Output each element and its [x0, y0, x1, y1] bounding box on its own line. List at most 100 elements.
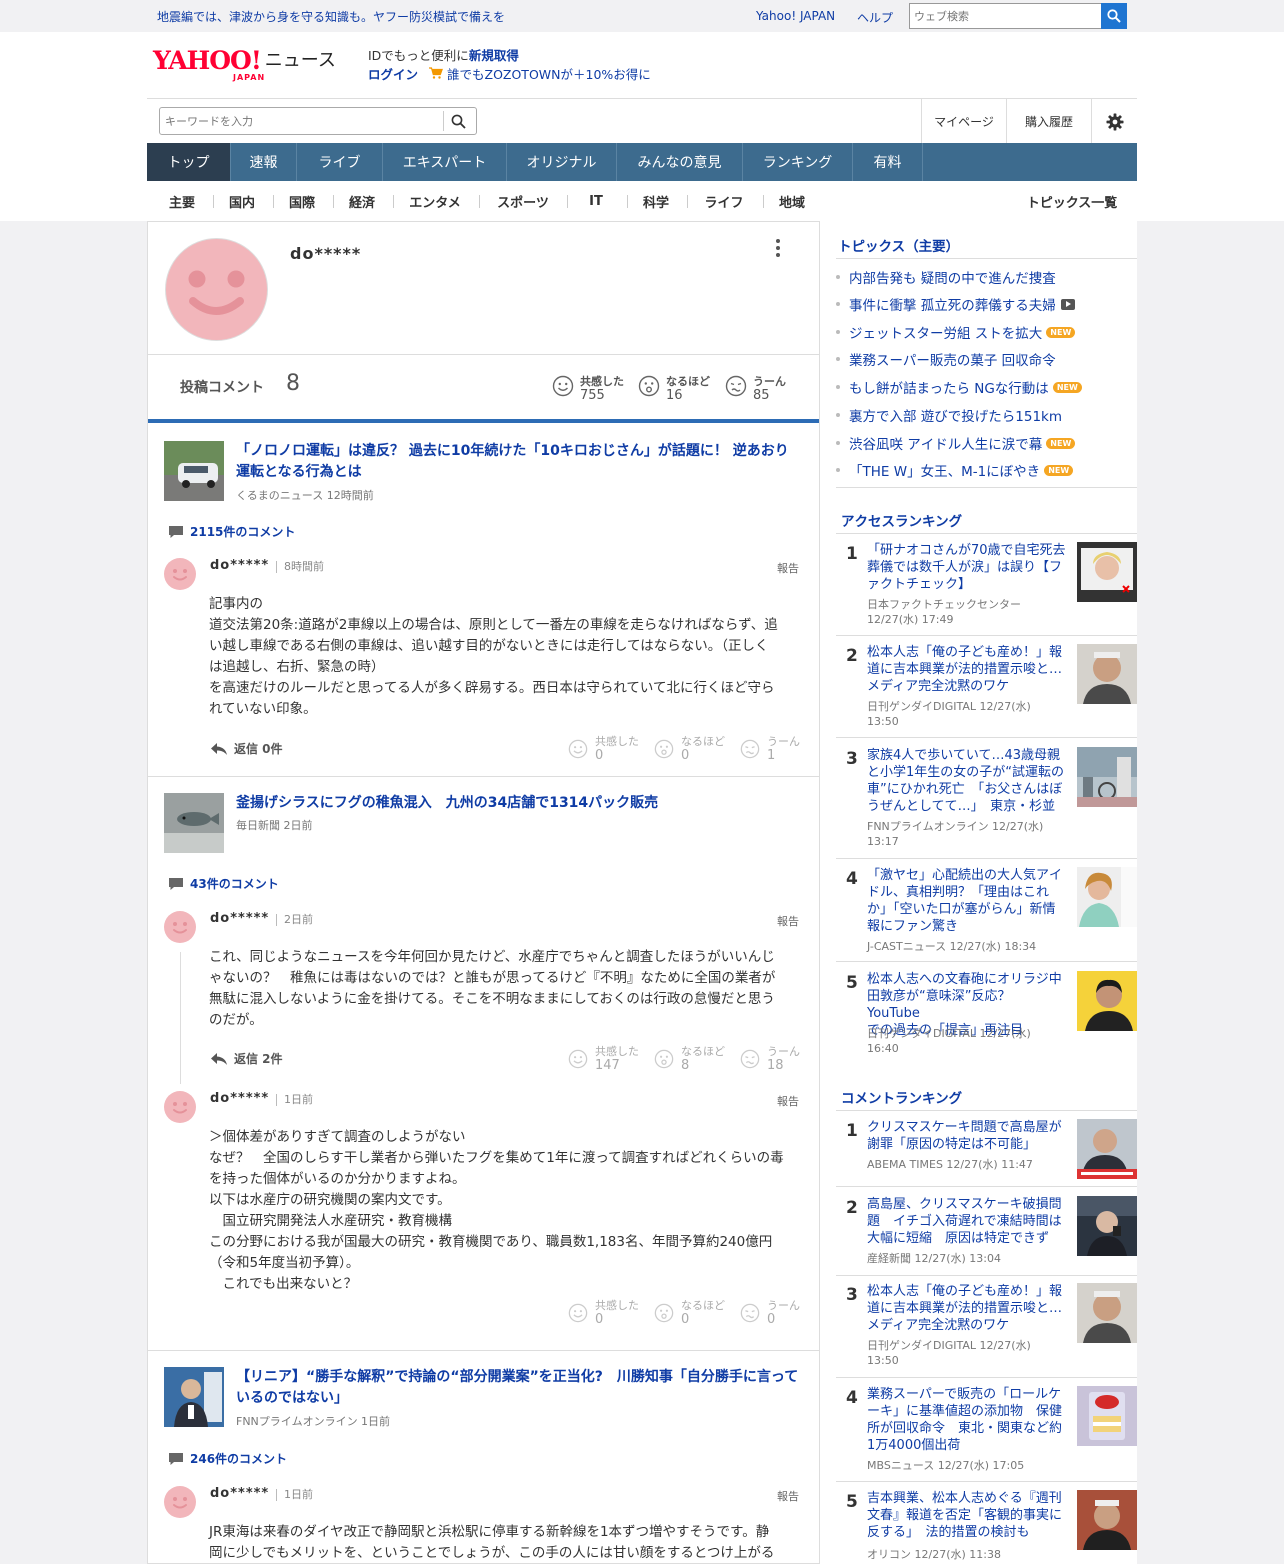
- article-item: 「ノロノロ運転」は違反？ 過去に10年続けた「10キロおじさん」が話題に！ 逆あ…: [164, 441, 804, 505]
- reply-button[interactable]: 返信 0件: [210, 740, 283, 757]
- ranking-source: ABEMA TIMES 12/27(水) 11:47: [867, 1158, 1033, 1171]
- report-link[interactable]: 報告: [777, 1488, 799, 1504]
- category-local[interactable]: 地域: [767, 181, 817, 221]
- ranking-thumbnail: [1077, 747, 1137, 807]
- tab-opinion[interactable]: みんなの意見: [617, 143, 743, 181]
- ranking-item[interactable]: 3 松本人志「俺の子ども産め！」報 道に吉本興業が法的措置示唆と… メディア完全沈黙…: [836, 1283, 1137, 1375]
- topic-item[interactable]: 業務スーパー販売の菓子 回収命令: [836, 349, 1056, 369]
- signup-link[interactable]: 新規取得: [469, 48, 519, 63]
- topic-item[interactable]: 裏方で入部 遊びで投げたら151km: [836, 405, 1062, 425]
- login-link[interactable]: ログイン: [368, 67, 418, 82]
- comment-count-link[interactable]: 2115件のコメント: [168, 523, 295, 540]
- ranking-source: FNNプライムオンライン 12/27(水) 13:17: [867, 820, 1044, 848]
- web-search-input[interactable]: [909, 3, 1127, 29]
- comment-username[interactable]: do*****: [210, 911, 269, 926]
- yahoo-news-logo[interactable]: YAHOO! JAPAN ニュース: [153, 46, 336, 82]
- article-title[interactable]: 釜揚げシラスにフグの稚魚混入 九州の34店舗で1314パック販売: [236, 793, 802, 814]
- article-thumbnail[interactable]: [164, 441, 224, 501]
- category-entertainment[interactable]: エンタメ: [397, 181, 473, 221]
- comment-body: これ、同じようなニュースを今年何回か見たけど、水産庁でちゃんと調査したほうがいい…: [209, 949, 776, 1028]
- tab-breaking[interactable]: 速報: [231, 143, 297, 181]
- ranking-item[interactable]: 2 松本人志「俺の子ども産め！」報 道に吉本興業が法的措置示唆と… メディア完全沈黙…: [836, 644, 1137, 736]
- mypage-link[interactable]: マイページ: [921, 99, 1006, 144]
- tab-paid[interactable]: 有料: [853, 143, 923, 181]
- settings-button[interactable]: [1091, 99, 1137, 144]
- ranking-item[interactable]: 1 クリスマスケーキ問題で高島屋が 謝罪「原因の特定は不可能」 ABEMA TIM…: [836, 1119, 1137, 1179]
- topic-item[interactable]: 事件に衝撃 孤立死の葬儀する夫婦: [836, 294, 1075, 314]
- article-title[interactable]: 「ノロノロ運転」は違反？ 過去に10年続けた「10キロおじさん」が話題に！ 逆あ…: [236, 441, 802, 483]
- empathy-icon: [552, 375, 574, 397]
- comment-username[interactable]: do*****: [210, 558, 269, 573]
- reply-button[interactable]: 返信 2件: [210, 1050, 283, 1067]
- category-it[interactable]: IT: [571, 181, 621, 221]
- comment-item: do***** 1日前 報告 ＞個体差がありすぎて調査のしようがない なぜ？ 全…: [164, 1091, 804, 1331]
- topics-heading[interactable]: トピックス（主要）: [838, 235, 959, 255]
- comment-item: do***** 8時間前 報告 記事内の 道交法第20条:道路が2車線以上の場合…: [164, 558, 804, 763]
- id-promo-text: IDでもっと便利に: [368, 48, 469, 63]
- ranking-item[interactable]: 4 業務スーパーで販売の「ロールケ ーキ」に基準値超の添加物 保健 所が回収命令 東…: [836, 1386, 1137, 1478]
- divider: [836, 487, 1137, 488]
- ranking-item[interactable]: 3 家族4人で歩いていて…43歳母親 と小学1年生の女の子が“試運転の 車”にひかれ…: [836, 747, 1137, 859]
- avatar: [164, 1486, 196, 1518]
- tab-top[interactable]: トップ: [147, 143, 231, 181]
- category-main[interactable]: 主要: [157, 181, 207, 221]
- keyword-search-input[interactable]: [159, 107, 477, 135]
- speech-bubble-icon: [169, 1452, 183, 1465]
- report-link[interactable]: 報告: [777, 1093, 799, 1109]
- ranking-item[interactable]: 5 吉本興業、松本人志めぐる『週刊 文春』報道を否定「客観的事実に 反する」 法的措…: [836, 1490, 1137, 1564]
- tab-ranking[interactable]: ランキング: [743, 143, 853, 181]
- hmm-icon: [725, 375, 747, 397]
- category-science[interactable]: 科学: [631, 181, 681, 221]
- more-options-icon[interactable]: [772, 238, 784, 258]
- hmm-icon: [740, 739, 760, 759]
- keyword-search-button[interactable]: [443, 111, 473, 131]
- article-thumbnail[interactable]: [164, 1367, 224, 1427]
- ranking-item[interactable]: 5 松本人志への文春砲にオリラジ中 田敦彦が“意味深”反応？ YouTube での過…: [836, 971, 1137, 1063]
- ranking-item[interactable]: 2 高島屋、クリスマスケーキ破損問題 イチゴ入荷遅れで凍結時間は 大幅に短縮 原因…: [836, 1196, 1137, 1276]
- comment-count-link[interactable]: 246件のコメント: [168, 1450, 287, 1467]
- ranking-thumbnail: [1077, 1283, 1137, 1343]
- topics-list-link[interactable]: トピックス一覧: [1017, 181, 1127, 221]
- report-link[interactable]: 報告: [777, 913, 799, 929]
- category-economy[interactable]: 経済: [337, 181, 387, 221]
- topic-item[interactable]: 「THE W」女王、M-1にぼやき NEW: [836, 460, 1074, 480]
- help-link[interactable]: ヘルプ: [857, 9, 893, 26]
- category-world[interactable]: 国際: [277, 181, 327, 221]
- rank-number: 2: [846, 1198, 858, 1218]
- yahoo-japan-link[interactable]: Yahoo! JAPAN: [756, 9, 835, 23]
- report-link[interactable]: 報告: [777, 560, 799, 576]
- new-badge: NEW: [1052, 381, 1082, 393]
- web-search-button[interactable]: [1101, 3, 1127, 29]
- comment-ranking-heading: コメントランキング: [841, 1091, 963, 1107]
- comment-item: do***** 2日前 報告 これ、同じようなニュースを今年何回か見たけど、水産…: [164, 911, 804, 1081]
- comment-username[interactable]: do*****: [210, 1091, 269, 1106]
- category-sports[interactable]: スポーツ: [483, 181, 563, 221]
- tab-expert[interactable]: エキスパート: [383, 143, 507, 181]
- comment-count-link[interactable]: 43件のコメント: [168, 875, 279, 892]
- article-title[interactable]: 【リニア】“勝手な解釈”で持論の“部分開業案”を正当化? 川勝知事「自分勝手に言…: [236, 1367, 802, 1409]
- ranking-title: 松本人志「俺の子ども産め！」報 道に吉本興業が法的措置示唆と… メディア完全沈黙のワ…: [867, 1284, 1063, 1333]
- ranking-item[interactable]: 1 「研ナオコさんが70歳で自宅死去 葬儀では数千人が涙」は誤り【フ ァクトチェック…: [836, 542, 1137, 634]
- tab-original[interactable]: オリジナル: [507, 143, 617, 181]
- category-domestic[interactable]: 国内: [217, 181, 267, 221]
- empathy-icon: [568, 739, 588, 759]
- article-item: 釜揚げシラスにフグの稚魚混入 九州の34店舗で1314パック販売 毎日新聞 2日…: [164, 793, 804, 857]
- topic-item[interactable]: もし餅が詰まったら NGな行動は NEW: [836, 377, 1082, 397]
- ranking-item[interactable]: 4 「激ヤセ」心配続出の大人気アイ ドル、真相判明？「理由はこれ か」「空いた口が塞…: [836, 867, 1137, 959]
- topic-item[interactable]: ジェットスター労組 ストを拡大 NEW: [836, 322, 1076, 342]
- promo-link[interactable]: 地震編では、津波から身を守る知識も。ヤフー防災模試で備えを: [157, 8, 505, 25]
- purchase-history-link[interactable]: 購入履歴: [1006, 99, 1091, 144]
- rank-number: 5: [846, 973, 858, 993]
- ranking-thumbnail: [1077, 644, 1137, 704]
- zozo-link[interactable]: 誰でもZOZOTOWNが＋10%お得に: [447, 67, 651, 82]
- tab-live[interactable]: ライブ: [297, 143, 383, 181]
- divider: [836, 737, 1137, 738]
- topic-item[interactable]: 渋谷凪咲 アイドル人生に涙で幕 NEW: [836, 433, 1076, 453]
- article-thumbnail[interactable]: [164, 793, 224, 853]
- topic-item[interactable]: 内部告発も 疑問の中で進んだ捜査: [836, 267, 1056, 287]
- divider: [836, 1481, 1137, 1482]
- video-icon: [1060, 298, 1075, 310]
- category-life[interactable]: ライフ: [691, 181, 757, 221]
- comment-username[interactable]: do*****: [210, 1486, 269, 1501]
- empathy-icon: [568, 1303, 588, 1323]
